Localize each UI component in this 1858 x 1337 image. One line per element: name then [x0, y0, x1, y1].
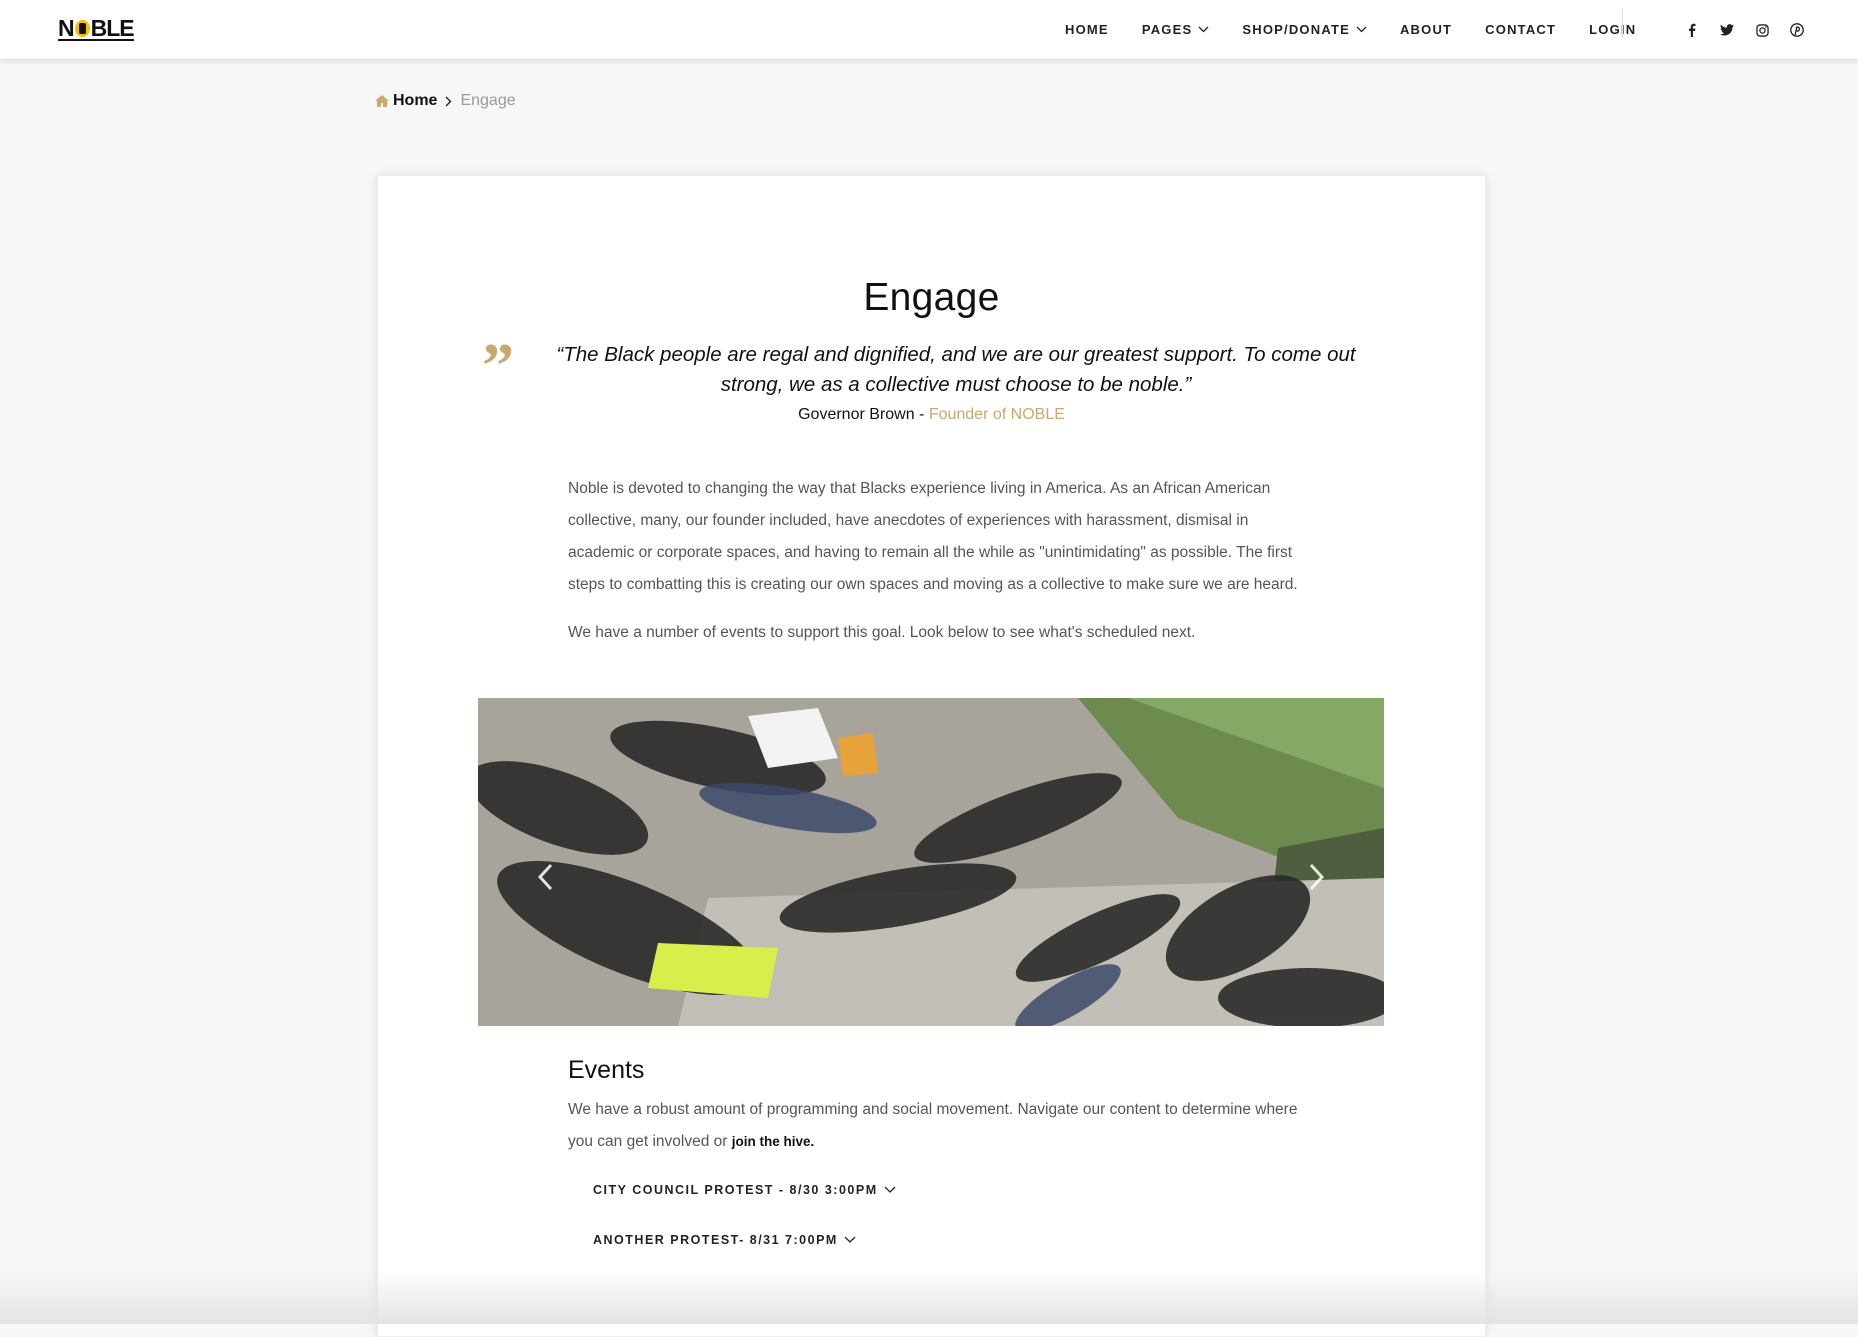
founder-quote: “The Black people are regal and dignifie… [556, 343, 1356, 396]
nav-item-pages[interactable]: PAGES [1142, 22, 1210, 37]
page-title: Engage [863, 276, 1000, 319]
event-title: ANOTHER PROTEST- 8/31 7:00PM [593, 1233, 838, 1247]
quote-attribution: Governor Brown - Founder of NOBLE [378, 406, 1485, 424]
intro-paragraph: Noble is devoted to changing the way tha… [568, 480, 1298, 593]
intro-text: Noble is devoted to changing the way tha… [568, 473, 1298, 665]
protest-photo [478, 698, 1384, 1026]
chevron-down-icon [1198, 26, 1209, 33]
attribution-role: Founder of NOBLE [928, 406, 1065, 423]
events-text: We have a robust amount of programming a… [568, 1101, 1298, 1150]
nav-divider [1622, 8, 1623, 38]
instagram-icon[interactable] [1753, 21, 1771, 39]
event-accordion-item[interactable]: ANOTHER PROTEST- 8/31 7:00PM [593, 1233, 856, 1247]
chevron-down-icon [884, 1186, 896, 1193]
quote-mark-icon: ” [482, 330, 514, 401]
join-the-hive-link[interactable]: join the hive. [732, 1134, 815, 1149]
nav-item-about[interactable]: ABOUT [1400, 22, 1452, 37]
event-title: CITY COUNCIL PROTEST - 8/30 3:00PM [593, 1183, 878, 1197]
logo-fist-icon [74, 20, 90, 37]
nav-item-home[interactable]: HOME [1065, 22, 1109, 37]
chevron-right-icon [445, 96, 452, 106]
social-links [1683, 21, 1823, 39]
facebook-icon[interactable] [1683, 21, 1701, 39]
pinterest-icon[interactable] [1788, 21, 1806, 39]
attribution-name: Governor Brown - [798, 406, 929, 423]
bottom-fade [0, 1270, 1858, 1324]
carousel-prev-arrow[interactable] [536, 862, 556, 892]
home-icon [375, 95, 389, 107]
breadcrumb-home-link[interactable]: Home [393, 92, 437, 110]
chevron-down-icon [1356, 26, 1367, 33]
top-navbar: N BLE HOME PAGES SHOP/DONATE ABOUT CONTAC… [0, 0, 1858, 59]
nav-item-shop-donate[interactable]: SHOP/DONATE [1242, 22, 1367, 37]
intro-paragraph: We have a number of events to support th… [568, 624, 1196, 641]
nav-item-contact[interactable]: CONTACT [1485, 22, 1556, 37]
events-description: We have a robust amount of programming a… [568, 1094, 1298, 1158]
events-heading: Events [568, 1056, 645, 1084]
breadcrumb: Home Engage [375, 92, 516, 110]
image-carousel[interactable] [478, 698, 1384, 1026]
chevron-down-icon [844, 1236, 856, 1243]
nav-item-login[interactable]: LOGIN [1589, 22, 1636, 37]
carousel-next-arrow[interactable] [1306, 862, 1326, 892]
breadcrumb-current: Engage [460, 92, 516, 109]
twitter-icon[interactable] [1718, 21, 1736, 39]
noble-logo[interactable]: N BLE [58, 17, 135, 41]
content-card: Engage ” “The Black people are regal and… [377, 175, 1486, 1337]
event-accordion-item[interactable]: CITY COUNCIL PROTEST - 8/30 3:00PM [593, 1183, 896, 1197]
main-nav: HOME PAGES SHOP/DONATE ABOUT CONTACT LOG… [1065, 0, 1669, 59]
